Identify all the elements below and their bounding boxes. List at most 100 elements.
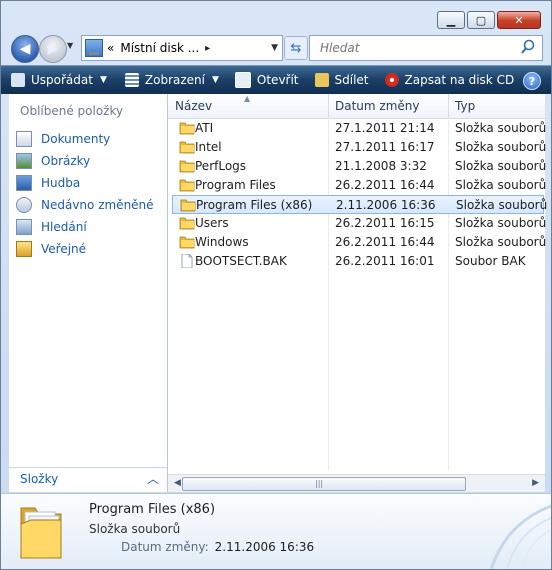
- open-label: Otevřít: [256, 73, 299, 87]
- decorative-swoosh: [489, 504, 551, 569]
- organize-button[interactable]: Uspořádat ▼: [11, 68, 107, 92]
- nav-item-recent[interactable]: Nedávno změněné: [16, 194, 154, 216]
- table-row[interactable]: Program Files 26.2.2011 16:44 Složka sou…: [172, 176, 547, 195]
- nav-item-pictures[interactable]: Obrázky: [16, 150, 154, 172]
- column-name[interactable]: Název: [175, 99, 212, 113]
- address-bar[interactable]: « Místní disk ... ▸ ▼: [81, 35, 283, 61]
- file-date: 26.2.2011 16:44: [335, 178, 435, 192]
- file-type: Složka souborů: [455, 159, 547, 173]
- file-date: 21.1.2008 3:32: [335, 159, 427, 173]
- folder-icon: [180, 199, 196, 212]
- scroll-left-icon[interactable]: ◀: [174, 478, 181, 488]
- close-icon: ✕: [514, 13, 524, 27]
- scrollbar-thumb[interactable]: |||: [182, 477, 466, 491]
- music-icon: [16, 175, 32, 191]
- file-type: Složka souborů: [456, 198, 548, 212]
- folders-toggle[interactable]: Složky ︿: [9, 467, 167, 492]
- nav-item-label: Obrázky: [41, 154, 91, 168]
- details-date-row: Datum změny: 2.11.2006 16:36: [121, 540, 314, 554]
- minimize-button[interactable]: ▁: [437, 11, 465, 29]
- column-divider[interactable]: [328, 94, 329, 118]
- file-type: Soubor BAK: [455, 254, 526, 268]
- breadcrumb-path[interactable]: Místní disk ...: [120, 41, 199, 55]
- window-controls: ▁ ▢ ✕: [437, 11, 541, 29]
- nav-item-label: Nedávno změněné: [41, 198, 154, 212]
- arrow-right-icon: ▶: [47, 41, 59, 57]
- folder-icon: [179, 122, 195, 135]
- folders-label: Složky: [20, 472, 59, 486]
- views-button[interactable]: Zobrazení ▼: [124, 68, 219, 92]
- nav-item-label: Hledání: [41, 220, 87, 234]
- file-name: Users: [195, 216, 229, 230]
- file-type: Složka souborů: [455, 140, 547, 154]
- organize-label: Uspořádat: [31, 73, 93, 87]
- chevron-down-icon: ▼: [67, 41, 74, 50]
- details-title: Program Files (x86): [89, 502, 216, 517]
- details-date-label: Datum změny:: [121, 540, 209, 554]
- horizontal-scrollbar[interactable]: ◀ ||| ▶: [168, 474, 545, 492]
- table-row[interactable]: Windows 26.2.2011 16:44 Složka souborů: [172, 233, 546, 252]
- views-label: Zobrazení: [144, 73, 205, 87]
- details-date-value: 2.11.2006 16:36: [214, 540, 315, 554]
- search-icon[interactable]: [520, 39, 536, 55]
- chevron-up-icon[interactable]: ︿: [147, 470, 159, 487]
- file-date: 2.11.2006 16:36: [336, 198, 436, 212]
- open-button[interactable]: Otevřít: [234, 68, 299, 92]
- file-name: BOOTSECT.BAK: [195, 254, 287, 268]
- burn-button[interactable]: Zapsat na disk CD: [384, 68, 515, 92]
- file-icon: [181, 254, 193, 268]
- table-row[interactable]: Users 26.2.2011 16:15 Složka souborů: [172, 214, 546, 233]
- column-header: ▲ Název Datum změny Typ: [168, 94, 545, 119]
- public-folder-icon: [16, 241, 32, 257]
- file-name: PerfLogs: [195, 159, 247, 173]
- burn-label: Zapsat na disk CD: [404, 73, 515, 87]
- file-name: Windows: [195, 235, 249, 249]
- file-type: Složka souborů: [455, 178, 547, 192]
- chevron-down-icon[interactable]: ▼: [271, 43, 278, 53]
- nav-item-search[interactable]: Hledání: [16, 216, 154, 238]
- nav-item-public[interactable]: Veřejné: [16, 238, 154, 260]
- search-box: [309, 35, 543, 61]
- chevron-down-icon: ▼: [211, 75, 219, 85]
- refresh-icon: ⇆: [290, 40, 302, 56]
- forward-button[interactable]: ▶: [39, 35, 67, 63]
- burn-disc-icon: [384, 73, 399, 87]
- table-row[interactable]: ATI 27.1.2011 21:14 Složka souborů: [172, 119, 546, 138]
- back-button[interactable]: ◀: [11, 35, 39, 63]
- refresh-button[interactable]: ⇆: [284, 36, 308, 60]
- close-button[interactable]: ✕: [497, 11, 541, 29]
- file-date: 26.2.2011 16:15: [335, 216, 435, 230]
- chevron-down-icon: ▼: [99, 75, 107, 85]
- nav-item-documents[interactable]: Dokumenty: [16, 128, 154, 150]
- recent-icon: [16, 197, 32, 213]
- column-divider[interactable]: [448, 94, 449, 118]
- file-name: Intel: [195, 140, 222, 154]
- column-date[interactable]: Datum změny: [335, 99, 420, 113]
- scroll-right-icon[interactable]: ▶: [532, 478, 539, 488]
- maximize-button[interactable]: ▢: [467, 11, 495, 29]
- file-date: 27.1.2011 21:14: [335, 121, 435, 135]
- pictures-icon: [16, 153, 32, 169]
- address-row: ◀ ▶ ▼ « Místní disk ... ▸ ▼ ⇆: [9, 35, 543, 63]
- nav-item-music[interactable]: Hudba: [16, 172, 154, 194]
- file-name: ATI: [195, 121, 214, 135]
- help-button[interactable]: ?: [523, 72, 541, 90]
- table-row[interactable]: BOOTSECT.BAK 26.2.2011 16:01 Soubor BAK: [172, 252, 544, 271]
- nav-item-label: Veřejné: [41, 242, 87, 256]
- nav-item-label: Dokumenty: [41, 132, 111, 146]
- folder-icon: [179, 217, 195, 230]
- share-button[interactable]: Sdílet: [314, 68, 369, 92]
- views-icon: [124, 73, 139, 87]
- breadcrumb-separator[interactable]: ▸: [205, 43, 210, 54]
- table-row[interactable]: PerfLogs 21.1.2008 3:32 Složka souborů: [172, 157, 547, 176]
- column-type[interactable]: Typ: [455, 99, 475, 113]
- open-icon: [234, 72, 251, 88]
- documents-icon: [16, 131, 32, 147]
- table-row-selected[interactable]: Program Files (x86) 2.11.2006 16:36 Slož…: [172, 195, 548, 214]
- search-input[interactable]: [318, 40, 522, 56]
- history-dropdown[interactable]: ▼: [67, 41, 77, 53]
- folder-icon: [179, 141, 195, 154]
- breadcrumb-overflow[interactable]: «: [107, 41, 114, 55]
- explorer-window: ▁ ▢ ✕ ◀ ▶ ▼ « Místní disk ... ▸ ▼ ⇆ Uspo…: [0, 0, 552, 570]
- table-row[interactable]: Intel 27.1.2011 16:17 Složka souborů: [172, 138, 547, 157]
